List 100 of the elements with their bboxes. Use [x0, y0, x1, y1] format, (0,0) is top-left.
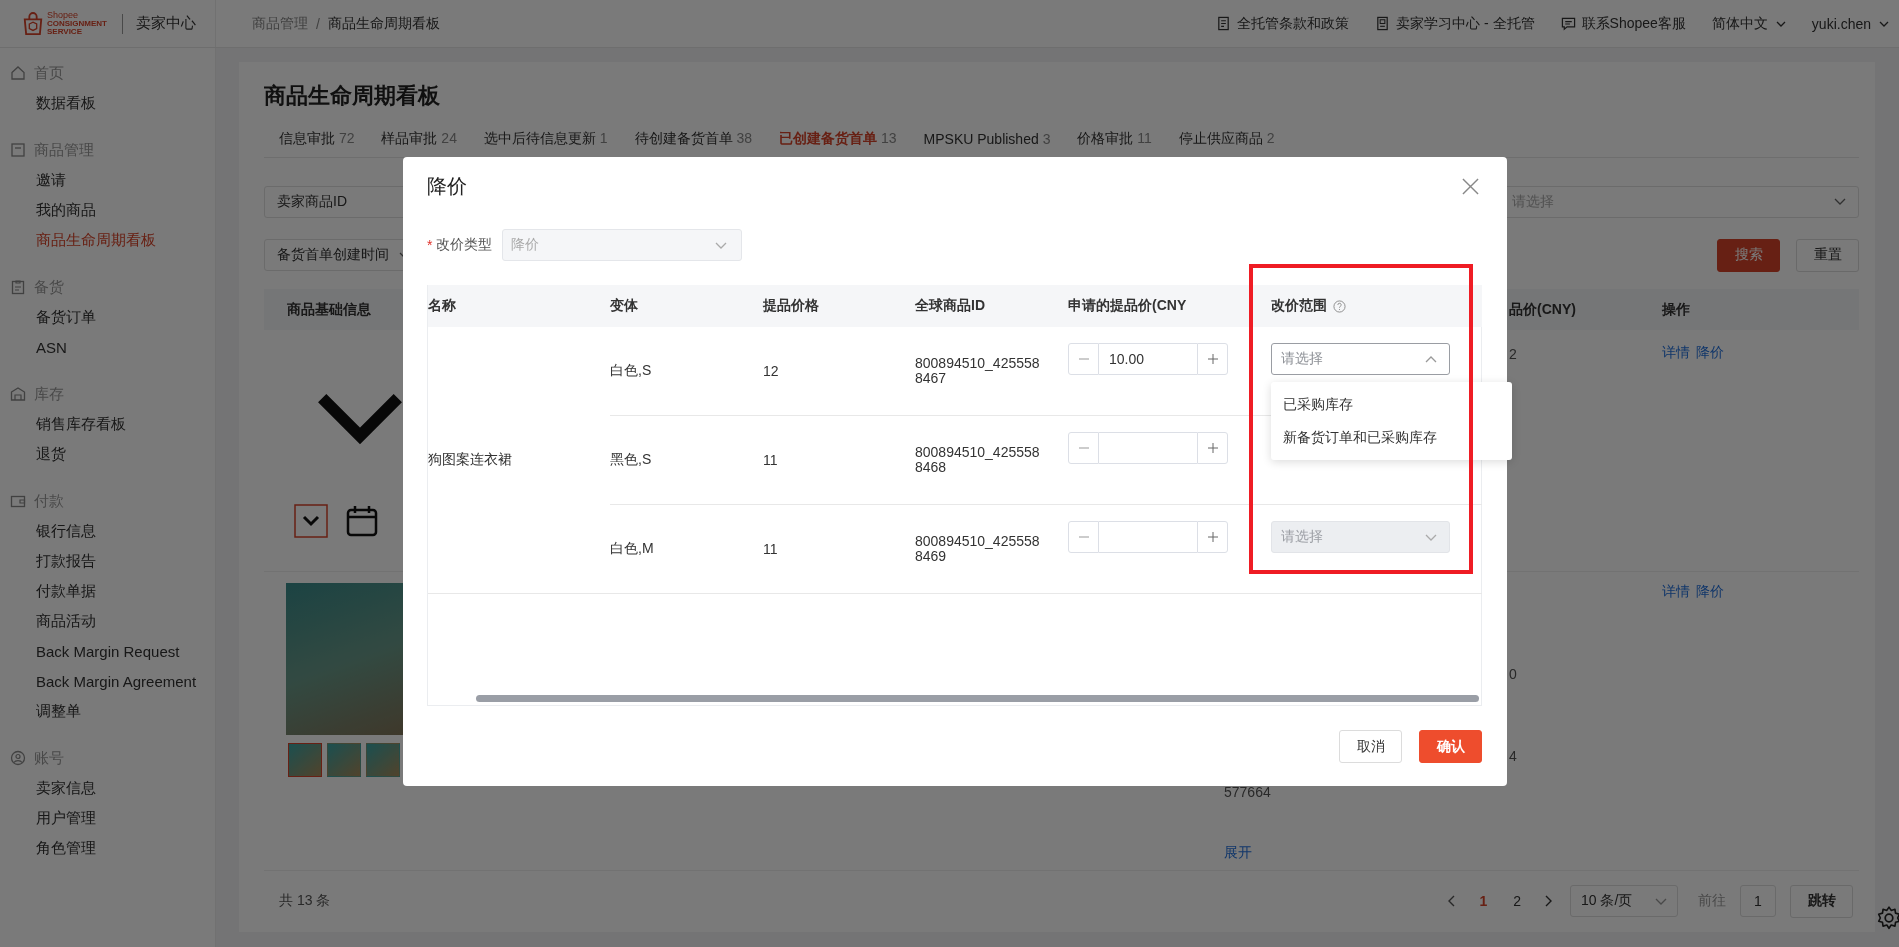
increase-button[interactable] — [1197, 521, 1228, 553]
sidebar-item[interactable]: 卖家信息 — [0, 773, 215, 803]
scrollbar[interactable] — [476, 695, 1479, 702]
field-label: 改价类型 — [436, 236, 493, 254]
tab[interactable]: 样品审批 24 — [381, 130, 457, 149]
column-header: 改价范围 — [1271, 297, 1346, 315]
sidebar-item[interactable]: 用户管理 — [0, 803, 215, 833]
scope-select[interactable]: 请选择 — [1271, 343, 1450, 375]
calendar-icon — [345, 504, 379, 539]
action-link[interactable]: 详情 — [1662, 581, 1690, 602]
sidebar-item[interactable]: 商品活动 — [0, 606, 215, 636]
chevron-left-icon — [1448, 895, 1456, 908]
table-cell-text: 800894510_4255588469 — [915, 534, 1041, 564]
header-link[interactable]: 全托管条款和政策 — [1216, 14, 1350, 33]
dialog-title: 降价 — [427, 174, 467, 199]
expand-link[interactable]: 展开 — [1224, 842, 1252, 863]
chevron-up-icon — [1425, 355, 1437, 363]
table-cell: 白色,S — [610, 362, 652, 378]
column-header: 商品基础信息 — [287, 300, 371, 319]
header-link[interactable]: 卖家学习中心 - 全托管 — [1375, 14, 1535, 33]
column-header: 申请的提品价(CNY — [1068, 297, 1187, 315]
sidebar-item[interactable]: 数据看板 — [0, 88, 215, 118]
caret-icon — [1775, 20, 1786, 27]
price-input[interactable] — [1099, 521, 1197, 553]
table-cell: 11 — [763, 452, 778, 468]
price-input[interactable] — [1099, 432, 1197, 464]
sidebar-item[interactable]: 备货订单 — [0, 302, 215, 332]
table-cell-text: 800894510_4255588468 — [915, 445, 1041, 475]
column-header: 品价(CNY) — [1509, 300, 1576, 319]
sidebar-item[interactable]: 销售库存看板 — [0, 409, 215, 439]
minus-icon — [1078, 358, 1089, 360]
user-menu[interactable]: yuki.chen — [1811, 15, 1889, 32]
table-cell-text: 2 — [1509, 345, 1517, 365]
page-number[interactable]: 2 — [1507, 893, 1527, 910]
app-name: 卖家中心 — [136, 14, 196, 33]
logo-icon — [22, 11, 44, 36]
settings-icon[interactable] — [1876, 905, 1899, 931]
decrease-button[interactable] — [1068, 432, 1099, 464]
help-icon — [1333, 299, 1346, 313]
sidebar-item[interactable]: 调整单 — [0, 696, 215, 726]
table-cell-text: 800894510_4255588467 — [915, 356, 1041, 386]
action-link[interactable]: 详情 — [1662, 342, 1690, 363]
tab[interactable]: 停止供应商品 2 — [1178, 130, 1275, 149]
plus-icon — [1207, 532, 1218, 542]
tab[interactable]: 信息审批 72 — [279, 130, 355, 149]
document-icon — [1216, 16, 1232, 31]
sidebar-item[interactable]: Back Margin Request — [0, 636, 215, 666]
tab[interactable]: MPSKU Published 3 — [923, 131, 1051, 148]
thumbnail-image[interactable] — [288, 743, 322, 778]
sidebar-item[interactable]: 付款单据 — [0, 576, 215, 606]
required-mark: * — [427, 237, 433, 253]
sidebar-item[interactable]: Back Margin Agreement — [0, 666, 215, 696]
book-icon — [1375, 16, 1391, 31]
page-input[interactable]: 1 — [1740, 885, 1776, 918]
sidebar-item[interactable]: ASN — [0, 332, 215, 362]
column-header: 变体 — [610, 297, 638, 315]
sidebar-item[interactable]: 退货 — [0, 439, 215, 469]
action-link[interactable]: 降价 — [1696, 342, 1724, 363]
user-icon — [10, 750, 26, 766]
decrease-button[interactable] — [1068, 521, 1099, 553]
table-cell: 12 — [763, 363, 779, 379]
reset-button[interactable]: 重置 — [1796, 238, 1859, 272]
confirm-button[interactable]: 确认 — [1419, 730, 1482, 763]
language-dropdown[interactable]: 简体中文 — [1711, 14, 1786, 33]
tab[interactable]: 待创建备货首单 38 — [634, 130, 753, 149]
increase-button[interactable] — [1197, 432, 1228, 464]
increase-button[interactable] — [1197, 343, 1228, 375]
search-button[interactable]: 搜索 — [1717, 238, 1780, 272]
cancel-button[interactable]: 取消 — [1339, 730, 1402, 763]
table-cell-text: 4 — [1509, 747, 1517, 767]
sidebar-item[interactable]: 商品生命周期看板 — [0, 225, 215, 255]
jump-button[interactable]: 跳转 — [1790, 884, 1853, 918]
close-icon[interactable] — [1462, 178, 1479, 195]
price-input[interactable]: 10.00 — [1099, 343, 1197, 375]
plus-icon — [1207, 354, 1218, 364]
page-number[interactable]: 1 — [1473, 893, 1494, 910]
dropdown-option[interactable]: 已采购库存 — [1271, 388, 1512, 421]
sidebar-item[interactable]: 银行信息 — [0, 516, 215, 546]
table-cell: 狗图案连衣裙 — [428, 451, 512, 467]
tab[interactable]: 价格审批 11 — [1077, 130, 1152, 149]
action-link[interactable]: 降价 — [1696, 581, 1724, 602]
header-link[interactable]: 联系Shopee客服 — [1560, 14, 1686, 33]
tab[interactable]: 选中后待信息更新 1 — [483, 130, 608, 149]
sidebar-item[interactable]: 邀请 — [0, 165, 215, 195]
minus-icon — [1078, 447, 1089, 449]
tab[interactable]: 已创建备货首单 13 — [779, 130, 897, 149]
decrease-button[interactable] — [1068, 343, 1099, 375]
sidebar-item[interactable]: 打款报告 — [0, 546, 215, 576]
column-header: 名称 — [428, 297, 456, 315]
column-header: 操作 — [1662, 300, 1690, 319]
dropdown-option[interactable]: 新备货订单和已采购库存 — [1271, 421, 1512, 454]
home-icon — [10, 65, 26, 81]
logo-text: Shopee CONSIGNMENT SERVICE — [47, 11, 107, 36]
warehouse-icon — [10, 386, 26, 402]
thumbnail-image[interactable] — [327, 743, 361, 778]
sidebar-item[interactable]: 我的商品 — [0, 195, 215, 225]
page-size-select[interactable]: 10 条/页 — [1570, 885, 1678, 918]
sidebar-item[interactable]: 角色管理 — [0, 833, 215, 863]
table-cell-text: 577664 — [1224, 783, 1271, 803]
thumbnail-image[interactable] — [366, 743, 400, 778]
